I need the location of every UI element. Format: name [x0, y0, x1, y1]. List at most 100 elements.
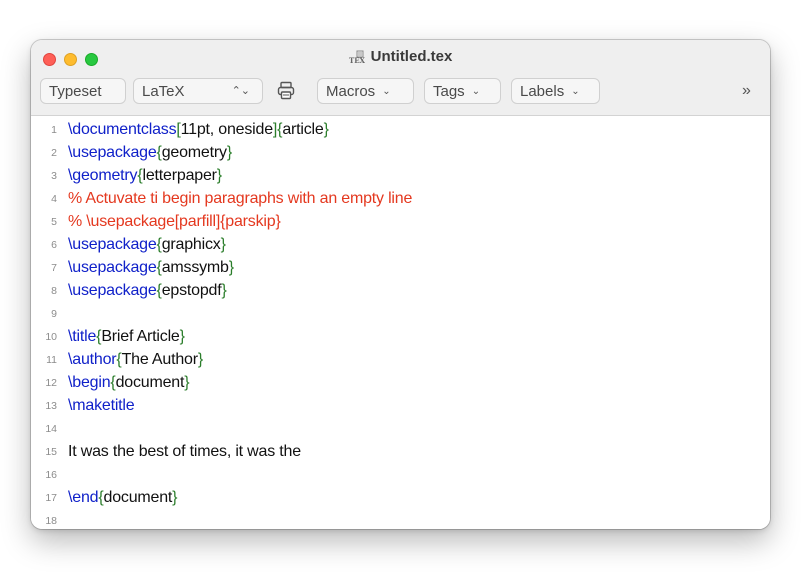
- code-line[interactable]: 16: [31, 463, 770, 486]
- chevron-down-icon: ⌄: [382, 85, 391, 97]
- code-line[interactable]: 3 \geometry{letterpaper}: [31, 164, 770, 187]
- latex-command: \begin: [68, 373, 111, 391]
- chevron-down-icon: ⌄: [471, 85, 481, 97]
- tags-menu[interactable]: Tags ⌄: [424, 78, 501, 104]
- line-number: 14: [45, 422, 57, 435]
- latex-command: \end: [68, 488, 99, 506]
- brace-token: ]{: [272, 120, 283, 138]
- code-text: % Actuvate ti begin paragraphs with an e…: [68, 190, 412, 208]
- window-title: TEX Untitled.tex: [31, 48, 770, 65]
- latex-command: \usepackage: [68, 235, 157, 253]
- updown-chevron-icon: ⌃⌄: [231, 85, 250, 97]
- code-text: \geometry{letterpaper}: [68, 167, 222, 185]
- brace-token: }: [179, 327, 185, 345]
- argument-text: geometry: [161, 143, 227, 161]
- engine-value: LaTeX: [142, 82, 185, 100]
- latex-command: \title: [68, 327, 97, 345]
- code-line[interactable]: 6 \usepackage{graphicx}: [31, 233, 770, 256]
- code-text: \title{Brief Article}: [68, 328, 185, 346]
- line-number: 5: [51, 215, 57, 228]
- typeset-button[interactable]: Typeset: [40, 78, 126, 104]
- line-number: 10: [45, 330, 57, 343]
- line-number: 9: [51, 307, 57, 320]
- brace-token: }: [323, 120, 329, 138]
- line-number: 12: [45, 376, 57, 389]
- code-text: \usepackage{epstopdf}: [68, 282, 227, 300]
- latex-command: \author: [68, 350, 117, 368]
- engine-select[interactable]: LaTeX ⌃⌄: [133, 78, 263, 104]
- brace-token: }: [184, 373, 190, 391]
- code-line[interactable]: 10 \title{Brief Article}: [31, 325, 770, 348]
- macros-menu[interactable]: Macros ⌄: [317, 78, 414, 104]
- code-line[interactable]: 9: [31, 302, 770, 325]
- argument-text: article: [282, 120, 324, 138]
- print-icon[interactable]: [277, 81, 295, 100]
- argument-text: amssymb: [161, 258, 229, 276]
- svg-text:TEX: TEX: [349, 56, 365, 64]
- code-text: \maketitle: [68, 396, 135, 415]
- code-text: \documentclass[11pt, oneside]{article}: [68, 121, 329, 139]
- code-line[interactable]: 13 \maketitle: [31, 394, 770, 417]
- argument-text: graphicx: [161, 235, 221, 253]
- code-text: It was the best of times, it was the: [68, 443, 301, 461]
- comment-text: % Actuvate ti begin paragraphs with an e…: [68, 189, 413, 207]
- labels-label: Labels: [520, 82, 565, 100]
- line-number: 16: [45, 468, 57, 481]
- code-line[interactable]: 12 \begin{document}: [31, 371, 770, 394]
- code-line[interactable]: 15 It was the best of times, it was the: [31, 440, 770, 463]
- latex-command: \documentclass: [68, 120, 177, 138]
- comment-text: % \usepackage[parfill]{parskip}: [68, 212, 281, 230]
- code-line[interactable]: 5 % \usepackage[parfill]{parskip}: [31, 210, 770, 233]
- line-number: 1: [51, 123, 57, 136]
- macros-label: Macros: [326, 82, 376, 100]
- code-line[interactable]: 18: [31, 509, 770, 529]
- code-line[interactable]: 1 \documentclass[11pt, oneside]{article}: [31, 118, 770, 141]
- code-line[interactable]: 17 \end{document}: [31, 486, 770, 509]
- line-number: 11: [46, 353, 57, 366]
- argument-text: Brief Article: [101, 327, 180, 345]
- line-number: 3: [51, 169, 57, 182]
- line-number: 2: [51, 146, 57, 159]
- brace-token: }: [228, 258, 234, 276]
- code-line[interactable]: 14: [31, 417, 770, 440]
- code-line[interactable]: 2 \usepackage{geometry}: [31, 141, 770, 164]
- code-text: \usepackage{graphicx}: [68, 236, 226, 254]
- latex-command: \geometry: [68, 166, 138, 184]
- window-title-text: Untitled.tex: [370, 48, 453, 65]
- labels-menu[interactable]: Labels ⌄: [511, 78, 600, 104]
- code-line[interactable]: 11 \author{The Author}: [31, 348, 770, 371]
- toolbar-overflow-button[interactable]: »: [742, 82, 751, 100]
- argument-text: 11pt, oneside: [180, 120, 273, 138]
- line-number: 18: [45, 514, 57, 527]
- latex-command: \usepackage: [68, 143, 157, 161]
- latex-command: \usepackage: [68, 281, 157, 299]
- line-number: 4: [51, 192, 57, 205]
- argument-text: The Author: [121, 350, 198, 368]
- chevron-down-icon: ⌄: [571, 85, 580, 97]
- latex-command: \usepackage: [68, 258, 157, 276]
- code-line[interactable]: 4 % Actuvate ti begin paragraphs with an …: [31, 187, 770, 210]
- line-number: 8: [51, 284, 57, 297]
- code-text: % \usepackage[parfill]{parskip}: [68, 213, 281, 231]
- argument-text: document: [115, 373, 185, 391]
- code-line[interactable]: 8 \usepackage{epstopdf}: [31, 279, 770, 302]
- latex-command: \maketitle: [68, 396, 135, 414]
- line-number: 13: [45, 399, 57, 412]
- brace-token: }: [220, 235, 226, 253]
- argument-text: It was the best of times, it was the: [68, 442, 301, 460]
- code-text: \usepackage{amssymb}: [68, 259, 234, 277]
- line-number: 15: [45, 445, 57, 458]
- tags-label: Tags: [433, 82, 465, 100]
- source-editor[interactable]: 1 \documentclass[11pt, oneside]{article} 2…: [31, 116, 770, 529]
- tex-file-icon: TEX: [349, 50, 365, 65]
- code-text: \begin{document}: [68, 373, 190, 392]
- code-text: \usepackage{geometry}: [68, 144, 232, 162]
- line-number: 17: [45, 491, 57, 504]
- argument-text: epstopdf: [161, 281, 222, 299]
- code-text: \end{document}: [68, 488, 178, 507]
- line-number: 7: [51, 261, 57, 274]
- editor-window: TEX Untitled.tex Typeset LaTeX ⌃⌄ Macros…: [31, 40, 770, 529]
- brace-token: }: [221, 281, 227, 299]
- code-line[interactable]: 7 \usepackage{amssymb}: [31, 256, 770, 279]
- argument-text: document: [103, 488, 173, 506]
